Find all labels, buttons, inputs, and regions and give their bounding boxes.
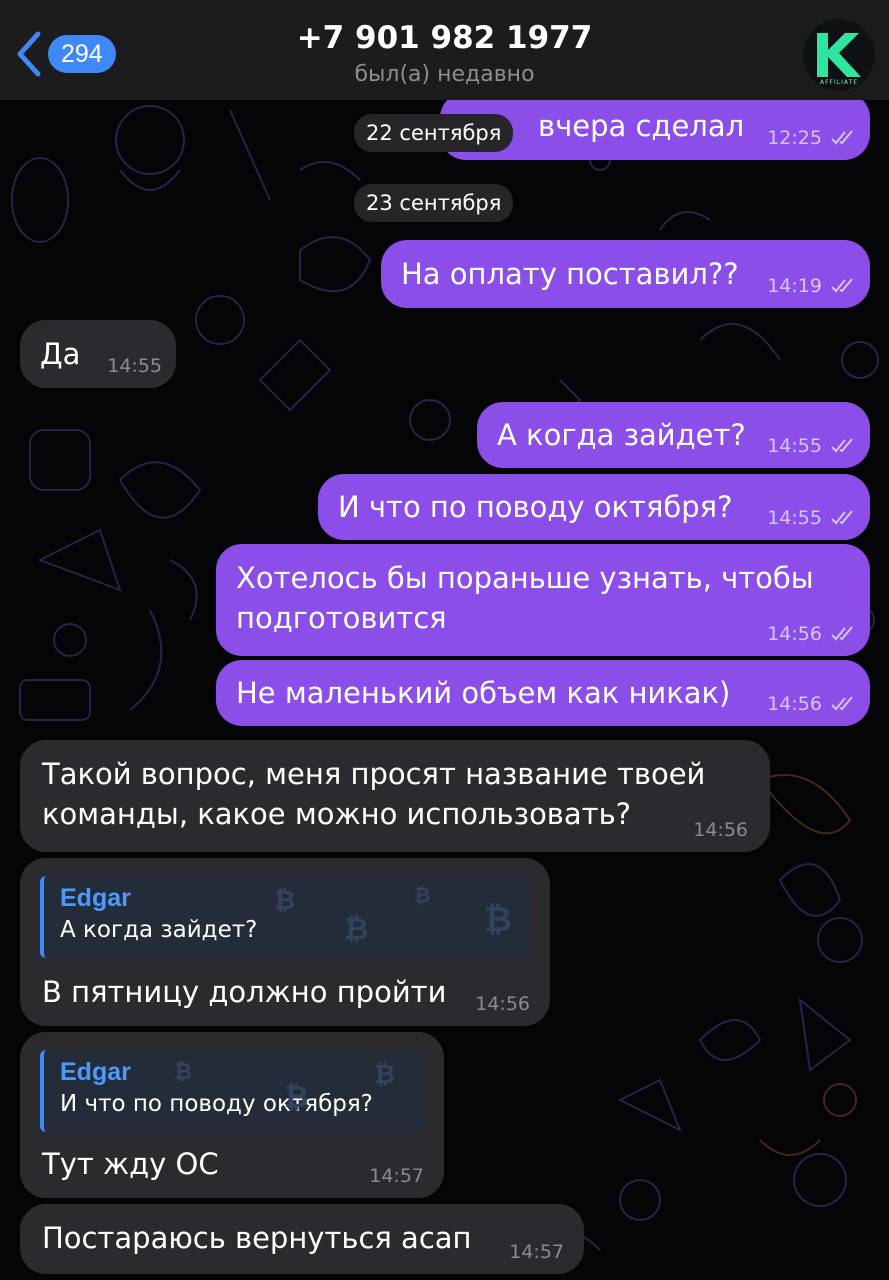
double-check-icon [831, 626, 853, 641]
message-text: Не маленький объем как никак) [236, 676, 731, 710]
message-text: Хотелось бы пораньше узнать, чтобы подго… [236, 561, 814, 635]
message-bubble[interactable]: А когда зайдет? 14:55 [477, 402, 870, 468]
message-bubble[interactable]: ₿ ₿ ₿ ₿ Edgar А когда зайдет? В пятницу … [20, 858, 550, 1026]
message-text: Такой вопрос, меня просят название твоей… [42, 757, 706, 831]
message-time: 14:56 [693, 819, 748, 841]
bitcoin-icon: ₿ [344, 913, 369, 946]
reply-author: Edgar [60, 1058, 131, 1086]
last-seen-status: был(а) недавно [354, 62, 535, 87]
double-check-icon [831, 438, 853, 453]
message-meta: 14:57 [509, 1242, 564, 1262]
date-separator: 22 сентября [354, 114, 514, 152]
message-time: 14:57 [369, 1165, 424, 1187]
message-text: В пятницу должно пройти [42, 975, 447, 1009]
message-meta: 14:55 [107, 356, 162, 376]
message-bubble[interactable]: Хотелось бы пораньше узнать, чтобы подго… [216, 544, 870, 656]
reply-preview[interactable]: ₿ ₿ ₿ Edgar И что по поводу октября? [40, 1050, 424, 1132]
bitcoin-icon: ₿ [414, 885, 431, 907]
avatar[interactable]: K AFFILIATE [803, 19, 875, 91]
message-meta: 14:56 [767, 694, 856, 714]
message-meta: 14:56 [475, 994, 530, 1014]
message-meta: 14:19 [767, 276, 856, 296]
message-time: 14:57 [509, 1241, 564, 1263]
reply-preview[interactable]: ₿ ₿ ₿ ₿ Edgar А когда зайдет? [40, 876, 530, 958]
message-list[interactable]: вчера сделал 12:25 22 сентября 23 сентяб… [0, 0, 889, 1280]
double-check-icon [831, 510, 853, 525]
message-time: 14:55 [107, 355, 162, 377]
message-text: И что по поводу октября? [338, 490, 733, 524]
message-text: Тут жду ОС [42, 1147, 219, 1181]
message-bubble[interactable]: ₿ ₿ ₿ Edgar И что по поводу октября? Тут… [20, 1032, 444, 1198]
message-text: Да [40, 337, 81, 371]
bitcoin-icon: ₿ [374, 1059, 396, 1089]
bitcoin-icon: ₿ [484, 901, 512, 939]
message-time: 14:56 [767, 693, 822, 715]
bitcoin-icon: ₿ [174, 1059, 192, 1084]
double-check-icon [831, 696, 853, 711]
message-text: А когда зайдет? [497, 418, 746, 452]
message-time: 14:55 [767, 507, 822, 529]
double-check-icon [831, 130, 853, 145]
date-separator: 23 сентября [354, 184, 514, 222]
message-bubble[interactable]: И что по поводу октября? 14:55 [318, 474, 870, 540]
message-meta: 14:55 [767, 508, 856, 528]
message-meta: 14:56 [693, 820, 748, 840]
message-bubble[interactable]: Да 14:55 [20, 320, 176, 388]
message-time: 14:19 [767, 275, 822, 297]
message-time: 14:56 [767, 623, 822, 645]
double-check-icon [831, 278, 853, 293]
bitcoin-icon: ₿ [274, 885, 296, 915]
message-meta: 12:25 [767, 128, 856, 148]
message-text: вчера сделал [538, 109, 745, 143]
message-bubble[interactable]: На оплату поставил?? 14:19 [381, 240, 870, 308]
message-meta: 14:56 [767, 624, 856, 644]
message-time: 12:25 [767, 127, 822, 149]
message-time: 14:55 [767, 435, 822, 457]
message-bubble[interactable]: Постараюсь вернуться асап 14:57 [20, 1204, 584, 1274]
avatar-caption: AFFILIATE [820, 79, 858, 86]
contact-phone-title[interactable]: +7 901 982 1977 [0, 20, 889, 56]
bitcoin-icon: ₿ [284, 1081, 309, 1114]
message-bubble[interactable]: Такой вопрос, меня просят название твоей… [20, 740, 770, 852]
message-text: На оплату поставил?? [401, 257, 739, 291]
reply-quoted-text: И что по поводу октября? [60, 1091, 373, 1117]
message-time: 14:56 [475, 993, 530, 1015]
chat-header: 294 +7 901 982 1977 был(а) недавно K AFF… [0, 0, 889, 100]
message-meta: 14:57 [369, 1166, 424, 1186]
message-meta: 14:55 [767, 436, 856, 456]
message-text: Постараюсь вернуться асап [42, 1221, 472, 1255]
message-bubble[interactable]: Не маленький объем как никак) 14:56 [216, 660, 870, 726]
